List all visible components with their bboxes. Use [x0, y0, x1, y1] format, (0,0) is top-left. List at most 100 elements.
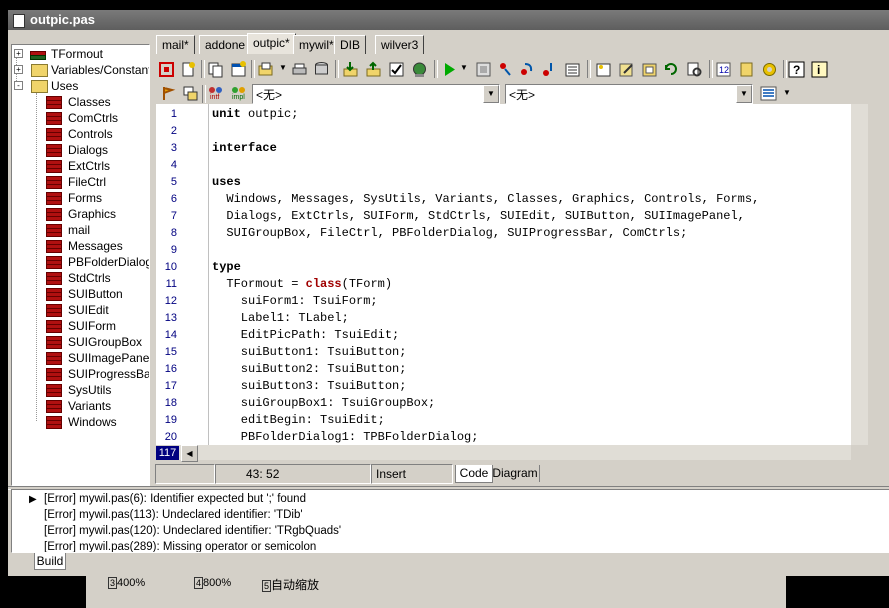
help-icon[interactable]: ?	[788, 61, 805, 78]
notes-icon[interactable]	[738, 61, 755, 78]
form-icon[interactable]	[595, 61, 612, 78]
code-editor[interactable]: unit outpic; interface uses Windows, Mes…	[209, 104, 851, 445]
tree-label: Variables/Constants	[51, 63, 150, 77]
current-line-marker: 117	[156, 446, 179, 460]
bookmark-icon[interactable]	[160, 85, 177, 102]
expand-arrow-icon[interactable]: ▶	[29, 494, 37, 505]
expand-icon[interactable]: +	[14, 49, 23, 58]
component-palette-icon[interactable]	[564, 61, 581, 78]
intf-label: intf	[210, 94, 220, 101]
align-icon[interactable]	[760, 85, 777, 102]
unit-icon	[46, 399, 62, 413]
tab-label: mywil*	[299, 38, 334, 52]
tab-diagram[interactable]: Diagram	[491, 465, 540, 482]
align-dropdown-icon[interactable]: ▼	[783, 88, 791, 97]
info-icon[interactable]: i	[811, 61, 828, 78]
code-explorer-tree[interactable]: + TFormout + Variables/Constants - Uses …	[11, 44, 150, 486]
method-combo[interactable]: <无> ▼	[505, 84, 753, 104]
database-icon[interactable]	[313, 61, 330, 78]
import-icon[interactable]	[342, 61, 359, 78]
line-number: 4	[170, 159, 177, 171]
zoom-800-label: 800%	[203, 577, 232, 589]
horizontal-scrollbar[interactable]: ◀	[179, 445, 851, 462]
tab-code[interactable]: Code	[455, 465, 493, 483]
tab-outpic[interactable]: outpic*	[247, 33, 296, 54]
select-component-icon[interactable]	[158, 61, 175, 78]
code-line: type	[212, 260, 241, 274]
tree-label: SUIButton	[68, 287, 123, 301]
tree-node-tformout[interactable]: + TFormout	[14, 46, 148, 62]
interface-button[interactable]: intf	[207, 84, 227, 104]
settings-gear-icon[interactable]	[761, 61, 778, 78]
dropdown-arrow-icon[interactable]: ▼	[279, 63, 287, 72]
trace-into-icon[interactable]	[497, 61, 514, 78]
tree-label: Graphics	[68, 207, 117, 221]
code-line: PBFolderDialog1: TPBFolderDialog;	[212, 430, 479, 444]
tab-mywil[interactable]: mywil*	[293, 35, 340, 54]
messages-panel[interactable]: ▶ [Error] mywil.pas(6): Identifier expec…	[11, 489, 889, 553]
run-to-cursor-icon[interactable]	[541, 61, 558, 78]
breakpoint-gutter[interactable]	[179, 104, 209, 445]
message-item[interactable]: [Error] mywil.pas(6): Identifier expecte…	[44, 491, 306, 507]
pause-icon[interactable]	[475, 61, 492, 78]
implementation-button[interactable]: impl	[230, 84, 250, 104]
code-line: interface	[212, 141, 277, 155]
line-number: 19	[164, 414, 177, 426]
message-item[interactable]: [Error] mywil.pas(120): Undeclared ident…	[44, 523, 341, 539]
windows-icon[interactable]	[182, 85, 199, 102]
refresh-icon[interactable]	[663, 61, 680, 78]
line-number: 8	[170, 227, 177, 239]
line-number: 9	[170, 244, 177, 256]
tab-addone[interactable]: addone	[199, 35, 252, 54]
save-icon[interactable]	[365, 61, 382, 78]
scroll-left-icon[interactable]: ◀	[181, 445, 198, 462]
svg-text:?: ?	[793, 63, 800, 77]
browse-icon[interactable]	[686, 61, 703, 78]
tab-build[interactable]: Build	[34, 553, 66, 570]
new-unit-icon[interactable]	[180, 61, 197, 78]
tab-mail[interactable]: mail*	[156, 35, 195, 54]
edit-icon[interactable]	[618, 61, 635, 78]
tab-dib[interactable]: DIB	[334, 35, 367, 54]
numbered-list-icon[interactable]: 12	[715, 61, 732, 78]
unit-icon	[46, 207, 62, 221]
code-line: suiButton1: TsuiButton;	[212, 345, 407, 359]
tree-label: Dialogs	[68, 143, 109, 157]
tree-label: Messages	[68, 239, 123, 253]
expand-icon[interactable]: +	[14, 65, 23, 74]
new-form-icon[interactable]	[230, 61, 247, 78]
step-over-icon[interactable]	[519, 61, 536, 78]
code-line: Dialogs, ExtCtrls, SUIForm, StdCtrls, SU…	[212, 209, 745, 223]
class-combo[interactable]: <无> ▼	[252, 84, 500, 104]
run-icon[interactable]	[441, 61, 458, 78]
globe-tool-icon[interactable]	[411, 61, 428, 78]
repository-icon[interactable]	[641, 61, 658, 78]
message-item[interactable]: [Error] mywil.pas(289): Missing operator…	[44, 539, 316, 552]
collapse-icon[interactable]: -	[14, 81, 23, 90]
chevron-down-icon[interactable]: ▼	[736, 85, 752, 103]
line-number: 13	[164, 312, 177, 324]
message-item[interactable]: [Error] mywil.pas(113): Undeclared ident…	[44, 507, 303, 523]
tab-label: outpic*	[253, 36, 290, 50]
open-project-icon[interactable]	[257, 61, 274, 78]
checklist-icon[interactable]	[388, 61, 405, 78]
chevron-down-icon[interactable]: ▼	[483, 85, 499, 103]
unit-icon	[46, 351, 62, 365]
line-number: 2	[170, 125, 177, 137]
tree-node-uses[interactable]: - Uses	[14, 78, 148, 94]
copy-icon[interactable]	[207, 61, 224, 78]
unit-icon	[46, 191, 62, 205]
tree-node-variables[interactable]: + Variables/Constants	[14, 62, 150, 78]
tab-wilver3[interactable]: wilver3	[375, 35, 425, 54]
cursor-position-text: 43: 52	[246, 467, 280, 481]
title-bar[interactable]: outpic.pas	[8, 10, 889, 30]
secondary-toolbar: intf impl <无> ▼ <无> ▼ ▼	[155, 83, 889, 105]
tree-label: ComCtrls	[68, 111, 118, 125]
tree-label: SUIEdit	[68, 303, 109, 317]
run-dropdown-icon[interactable]: ▼	[460, 63, 468, 72]
printer-icon[interactable]	[291, 61, 308, 78]
line-number: 18	[164, 397, 177, 409]
unit-icon	[46, 303, 62, 317]
unit-icon	[46, 127, 62, 141]
vertical-scrollbar[interactable]	[851, 104, 868, 445]
